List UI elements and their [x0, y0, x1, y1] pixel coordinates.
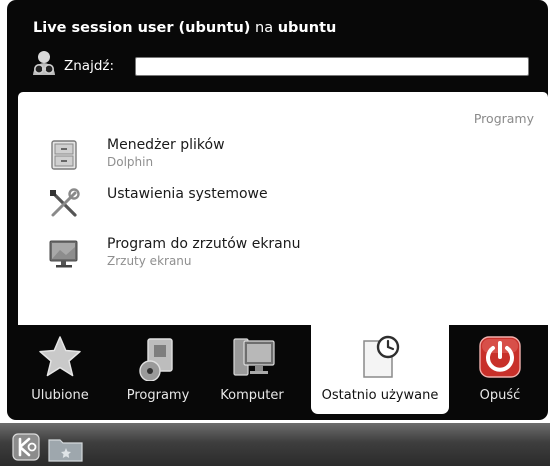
user-host-line: Live session user (ubuntu) na ubuntu [33, 20, 336, 36]
host-name: ubuntu [277, 20, 337, 36]
tab-bar: Ulubione Programy Komputer Ostatnio używ… [7, 325, 548, 420]
file-manager-icon [51, 140, 77, 170]
applications-icon [139, 338, 173, 381]
tab-favorites[interactable]: Ulubione [7, 325, 113, 414]
tab-label: Komputer [220, 388, 284, 403]
tab-leave[interactable]: Opuść [455, 325, 545, 414]
power-icon [479, 336, 521, 378]
kde-launcher-icon[interactable] [12, 433, 40, 461]
results-panel: Programy Menedżer plików Dolphin Ustawie… [18, 92, 548, 325]
tab-label: Ulubione [31, 388, 89, 403]
result-subtitle: Zrzuty ekranu [107, 254, 192, 268]
tab-recently-used[interactable]: Ostatnio używane [311, 325, 449, 414]
system-settings-icon [50, 188, 80, 217]
star-icon [39, 336, 81, 377]
taskbar [0, 423, 550, 466]
search-label: Znajdź: [64, 58, 115, 74]
result-title: Ustawienia systemowe [107, 186, 268, 202]
folder-icon[interactable] [46, 434, 86, 464]
search-icon [33, 51, 55, 75]
result-item-screenshot[interactable]: Program do zrzutów ekranu Zrzuty ekranu [48, 236, 528, 278]
result-title: Program do zrzutów ekranu [107, 236, 301, 252]
connector-text: na [255, 20, 274, 36]
user-name: Live session user (ubuntu) [33, 20, 251, 36]
search-input[interactable] [135, 57, 529, 76]
computer-icon [233, 338, 275, 376]
tab-label: Ostatnio używane [321, 388, 439, 403]
section-heading: Programy [473, 111, 534, 126]
tab-computer[interactable]: Komputer [203, 325, 301, 414]
result-title: Menedżer plików [107, 137, 225, 153]
result-subtitle: Dolphin [107, 155, 154, 169]
recent-document-icon [363, 335, 400, 378]
tab-label: Opuść [479, 388, 521, 403]
kickoff-menu: Live session user (ubuntu) na ubuntu Zna… [7, 0, 548, 420]
result-item-file-manager[interactable]: Menedżer plików Dolphin [48, 137, 528, 179]
result-item-system-settings[interactable]: Ustawienia systemowe [48, 186, 528, 228]
tab-applications[interactable]: Programy [113, 325, 203, 414]
screenshot-icon [49, 240, 78, 268]
tab-label: Programy [126, 388, 190, 403]
